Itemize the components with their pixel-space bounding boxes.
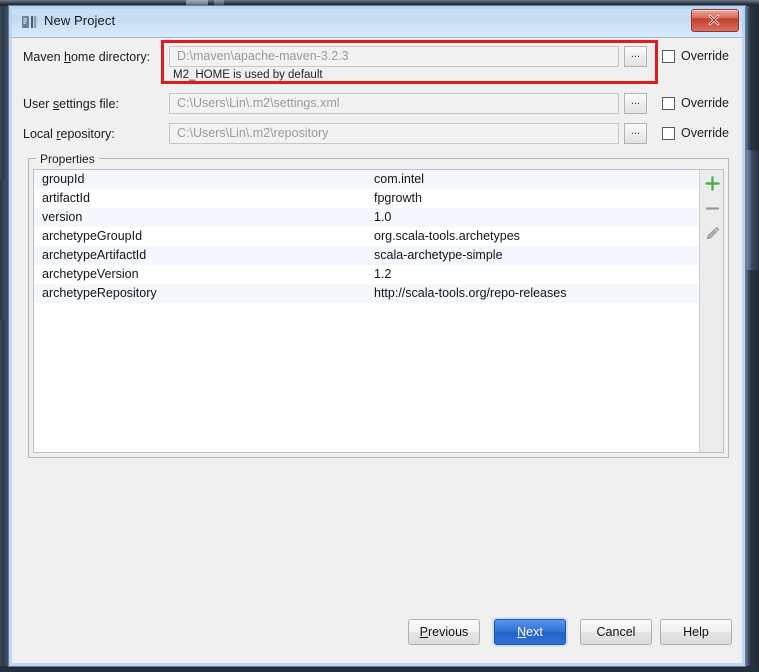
checkbox-label: Override [681, 49, 729, 63]
remove-property-button[interactable] [702, 198, 723, 219]
help-button[interactable]: Help [660, 619, 732, 645]
property-key: groupId [42, 172, 85, 186]
add-property-button[interactable] [702, 173, 723, 194]
table-row[interactable]: version 1.0 [34, 208, 723, 227]
property-value: 1.0 [374, 210, 392, 224]
property-key: archetypeRepository [42, 286, 157, 300]
next-button[interactable]: Next [494, 619, 566, 645]
maven-home-browse-button[interactable]: ... [624, 46, 647, 67]
properties-legend: Properties [36, 152, 99, 166]
checkbox-box [662, 97, 675, 110]
maven-home-directory-label: Maven home directory: [23, 50, 151, 64]
property-key: archetypeVersion [42, 267, 139, 281]
properties-toolbar [699, 169, 724, 453]
table-row[interactable]: archetypeRepository http://scala-tools.or… [34, 284, 723, 303]
property-value: org.scala-tools.archetypes [374, 229, 520, 243]
new-project-dialog: New Project Maven home directory: D:\mav… [8, 5, 746, 667]
dialog-title-bar[interactable]: New Project [9, 6, 745, 38]
backdrop-right-highlight [745, 150, 759, 270]
property-value: scala-archetype-simple [374, 248, 503, 262]
table-row[interactable]: archetypeArtifactId scala-archetype-simpl… [34, 246, 723, 265]
table-row[interactable]: archetypeGroupId org.scala-tools.archetyp… [34, 227, 723, 246]
user-settings-browse-button[interactable]: ... [624, 93, 647, 114]
properties-table[interactable]: groupId com.intel artifactId fpgrowth versio… [33, 169, 724, 453]
property-value: fpgrowth [374, 191, 422, 205]
table-row[interactable]: groupId com.intel [34, 170, 723, 189]
maven-home-directory-input[interactable]: D:\maven\apache-maven-3.2.3 [169, 46, 619, 67]
property-key: artifactId [42, 191, 90, 205]
user-settings-file-label: User settings file: [23, 97, 119, 111]
maven-home-hint: M2_HOME is used by default [173, 69, 323, 81]
checkbox-label: Override [681, 126, 729, 140]
previous-button[interactable]: Previous [408, 619, 480, 645]
dialog-title: New Project [44, 13, 116, 28]
local-repository-browse-button[interactable]: ... [624, 123, 647, 144]
user-settings-file-input[interactable]: C:\Users\Lin\.m2\settings.xml [169, 93, 619, 114]
cancel-button[interactable]: Cancel [580, 619, 652, 645]
table-row[interactable]: archetypeVersion 1.2 [34, 265, 723, 284]
close-window-button[interactable] [691, 9, 739, 32]
property-key: version [42, 210, 83, 224]
property-key: archetypeArtifactId [42, 248, 147, 262]
local-repository-input[interactable]: C:\Users\Lin\.m2\repository [169, 123, 619, 144]
table-row[interactable]: artifactId fpgrowth [34, 189, 723, 208]
edit-property-button[interactable] [702, 223, 723, 244]
checkbox-label: Override [681, 96, 729, 110]
backdrop-right-edge [745, 6, 759, 672]
local-repository-label: Local repository: [23, 127, 115, 141]
property-value: http://scala-tools.org/repo-releases [374, 286, 567, 300]
idea-module-icon [21, 14, 38, 30]
checkbox-box [662, 127, 675, 140]
property-key: archetypeGroupId [42, 229, 143, 243]
property-value: 1.2 [374, 267, 392, 281]
checkbox-box [662, 50, 675, 63]
property-value: com.intel [374, 172, 425, 186]
